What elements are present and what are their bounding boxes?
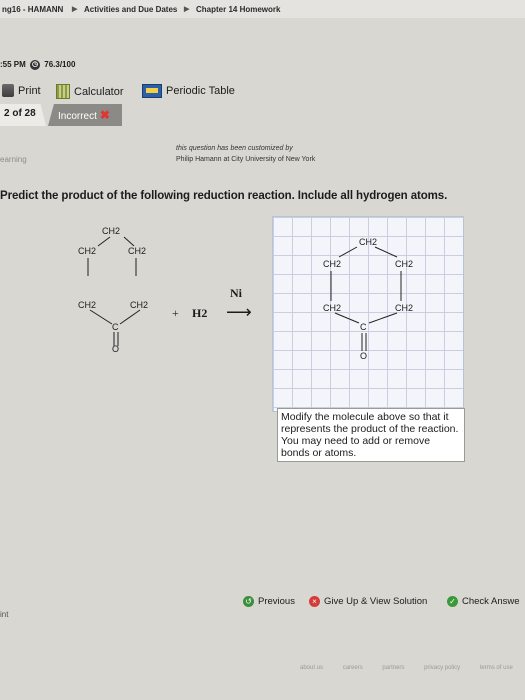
- product-atom-lower-right[interactable]: CH2: [395, 303, 413, 313]
- plus-sign: +: [172, 306, 179, 320]
- reactant-atom-lower-left: CH2: [78, 300, 97, 310]
- drawing-canvas[interactable]: CH2 CH2 CH2 CH2 CH2 C O: [272, 216, 464, 412]
- breadcrumb: ng16 - HAMANN ▶ Activities and Due Dates…: [0, 0, 525, 18]
- previous-button[interactable]: ↺ Previous: [243, 596, 295, 607]
- print-button[interactable]: Print: [2, 84, 41, 97]
- score-icon: ◷: [30, 60, 41, 70]
- periodic-table-icon: [142, 84, 162, 98]
- printer-icon: [2, 84, 14, 97]
- reactant-atom-upper-right: CH2: [128, 246, 147, 256]
- previous-icon: ↺: [243, 596, 254, 607]
- time-remaining: :55 PM: [0, 60, 26, 70]
- footer-links: about us careers partners privacy policy…: [300, 665, 525, 671]
- calculator-icon: [56, 84, 70, 99]
- customized-note: this question has been customized by: [176, 145, 293, 152]
- product-atom-top[interactable]: CH2: [359, 237, 377, 247]
- reactant-atom-oxygen: O: [112, 344, 120, 354]
- reactant-atom-top: CH2: [102, 226, 121, 236]
- reactant-molecule: CH2 CH2 CH2 CH2 CH2 C O + H2 Ni ⟶: [68, 216, 268, 366]
- give-up-button[interactable]: × Give Up & View Solution: [309, 596, 427, 607]
- answer-actions: ↺ Previous × Give Up & View Solution ✓ C…: [0, 585, 525, 615]
- check-icon: ✓: [447, 596, 458, 607]
- breadcrumb-course[interactable]: ng16 - HAMANN: [2, 5, 63, 14]
- side-bottom-label: int: [0, 610, 9, 619]
- status-label: Incorrect: [58, 111, 97, 122]
- question-position-tab[interactable]: 2 of 28: [0, 104, 46, 126]
- toolbar: Print Calculator Periodic Table: [0, 80, 525, 102]
- footer-link-about[interactable]: about us: [300, 665, 323, 671]
- reaction-arrow-icon: ⟶: [226, 302, 252, 322]
- catalyst-label: Ni: [230, 286, 242, 300]
- give-up-icon: ×: [309, 596, 320, 607]
- drawing-instruction: Modify the molecule above so that it rep…: [277, 408, 465, 462]
- question-tabs: 2 of 28 Incorrect ✖: [0, 104, 525, 126]
- product-atom-lower-left[interactable]: CH2: [323, 303, 341, 313]
- calculator-button[interactable]: Calculator: [56, 84, 124, 99]
- product-atom-oxygen[interactable]: O: [360, 351, 367, 361]
- status-row: :55 PM ◷ 76.3/100: [0, 60, 75, 70]
- side-label: earning: [0, 155, 27, 164]
- footer-link-partners[interactable]: partners: [382, 665, 404, 671]
- score: 76.3/100: [44, 60, 76, 70]
- breadcrumb-activities[interactable]: Activities and Due Dates: [84, 5, 177, 14]
- reactant-atom-carbon: C: [112, 322, 119, 332]
- breadcrumb-chapter[interactable]: Chapter 14 Homework: [196, 5, 280, 14]
- check-answer-button[interactable]: ✓ Check Answe: [447, 596, 520, 607]
- reactant-atom-lower-right: CH2: [130, 300, 149, 310]
- footer-link-careers[interactable]: careers: [343, 665, 363, 671]
- hydrogen-reagent: H2: [192, 306, 208, 320]
- product-atom-upper-left[interactable]: CH2: [323, 259, 341, 269]
- customized-by: Philip Hamann at City University of New …: [176, 156, 316, 163]
- breadcrumb-arrow-icon: ▶: [184, 6, 190, 13]
- incorrect-x-icon: ✖: [99, 108, 110, 122]
- reactant-atom-upper-left: CH2: [78, 246, 97, 256]
- breadcrumb-arrow-icon: ▶: [72, 6, 78, 13]
- footer-link-privacy[interactable]: privacy policy: [424, 665, 460, 671]
- product-atom-upper-right[interactable]: CH2: [395, 259, 413, 269]
- question-text: Predict the product of the following red…: [0, 190, 448, 202]
- question-status-tab[interactable]: Incorrect ✖: [48, 104, 122, 126]
- product-atom-carbon[interactable]: C: [360, 322, 367, 332]
- periodic-table-button[interactable]: Periodic Table: [142, 84, 235, 98]
- footer-link-terms[interactable]: terms of use: [480, 665, 513, 671]
